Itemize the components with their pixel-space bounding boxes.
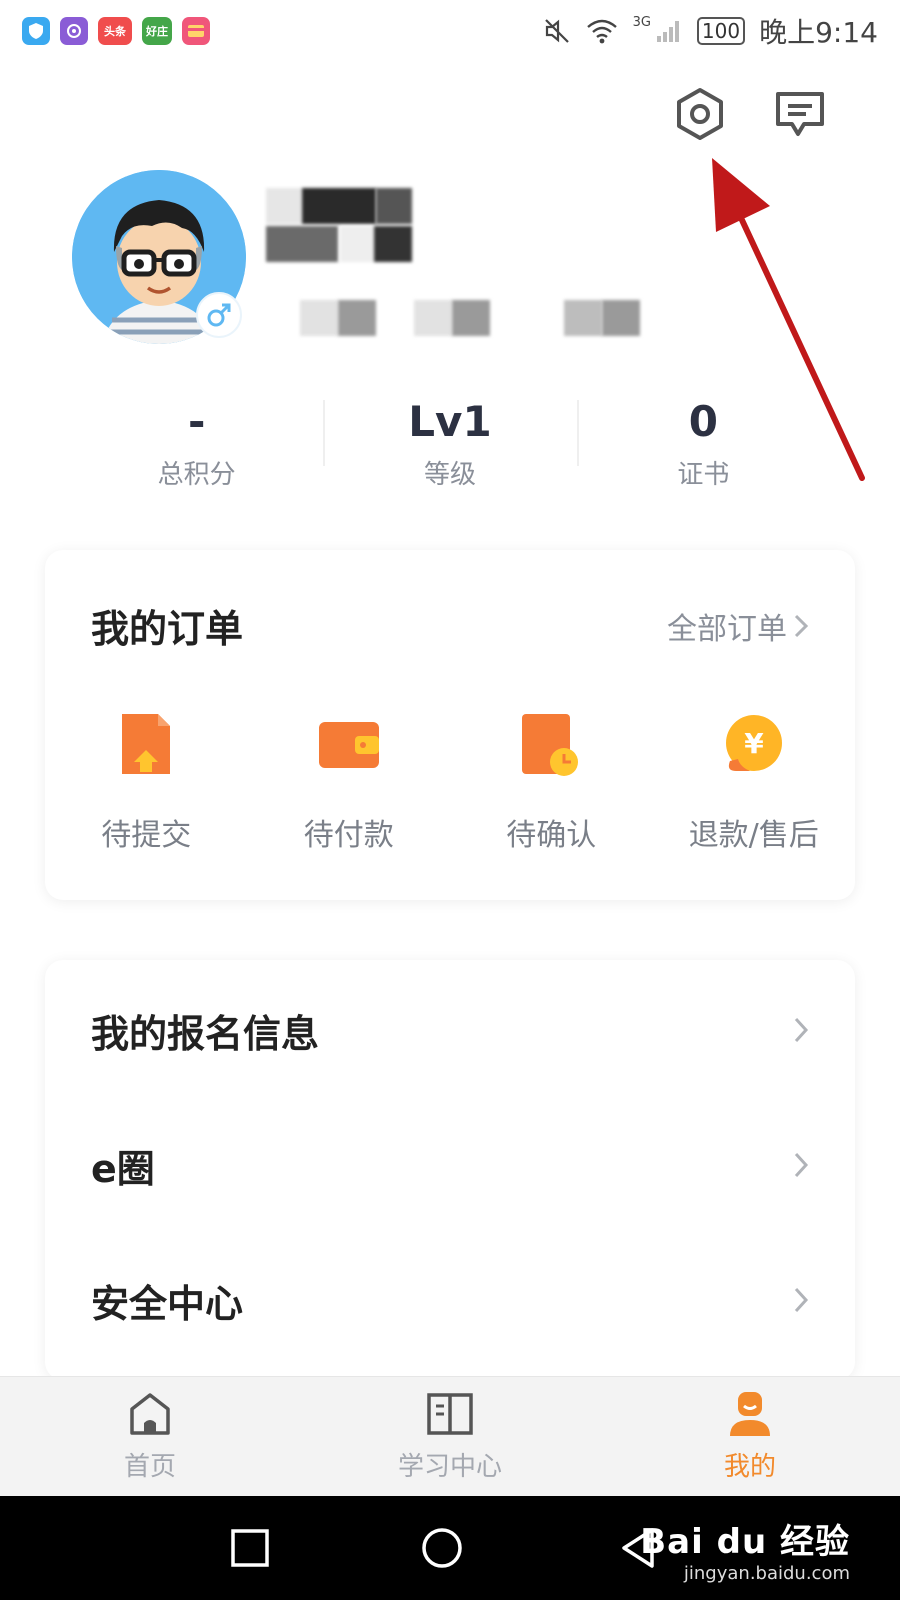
stat-value: Lv1: [408, 396, 492, 446]
haozhuang-app-icon: 好庄: [142, 17, 172, 45]
chevron-right-icon: [794, 1287, 809, 1313]
stat-level[interactable]: Lv1 等级: [323, 388, 576, 498]
stat-certificates[interactable]: 0 证书: [576, 388, 830, 498]
stat-label: 等级: [423, 459, 476, 490]
tab-label: 学习中心: [397, 1452, 502, 1482]
order-status-label: 退款/售后: [688, 818, 819, 853]
order-status-label: 待付款: [303, 818, 394, 853]
menu-item-registration-info[interactable]: 我的报名信息: [91, 990, 809, 1070]
message-icon: [776, 92, 824, 136]
planet-app-icon: [60, 17, 88, 45]
stat-value: -: [187, 396, 206, 446]
home-system-button[interactable]: [420, 1526, 464, 1570]
menu-item-e-circle[interactable]: e圈: [91, 1125, 809, 1205]
square-icon: [231, 1529, 269, 1567]
menu-item-label: e圈: [91, 1146, 155, 1191]
svg-text:¥: ¥: [744, 727, 764, 760]
status-time: 晚上9:14: [759, 16, 878, 49]
network-type-label: 3G: [632, 14, 651, 30]
yuan-coin-icon: ¥: [719, 710, 789, 780]
haozhuang-app-label: 好庄: [146, 25, 168, 38]
all-orders-link[interactable]: 全部订单: [667, 604, 809, 648]
order-pending-confirm[interactable]: 待确认: [450, 710, 653, 854]
toutiao-app-label: 头条: [104, 25, 126, 38]
system-navigation-bar: Bai du 经验 jingyan.baidu.com: [0, 1496, 900, 1600]
tab-study-center[interactable]: 学习中心: [300, 1377, 600, 1496]
order-pending-submit[interactable]: 待提交: [45, 710, 248, 854]
menu-item-label: 我的报名信息: [91, 1011, 320, 1056]
stat-label: 证书: [677, 459, 730, 490]
watermark-main-text: Bai du 经验: [640, 1522, 850, 1562]
order-refund-aftersale[interactable]: ¥ 退款/售后: [653, 710, 856, 854]
shield-app-icon: [22, 17, 50, 45]
stats-row: - 总积分 Lv1 等级 0 证书: [70, 388, 830, 498]
person-icon: [726, 1390, 774, 1438]
bottom-tab-bar: 首页 学习中心 我的: [0, 1376, 900, 1496]
chevron-right-icon: [794, 1152, 809, 1178]
battery-indicator: 100: [696, 17, 746, 45]
circle-icon: [422, 1528, 462, 1568]
notification-app-icons: 头条 好庄: [22, 17, 210, 45]
settings-button[interactable]: [670, 84, 730, 144]
home-icon: [126, 1390, 174, 1438]
toutiao-app-icon: 头条: [98, 17, 132, 45]
menu-item-label: 安全中心: [91, 1281, 244, 1326]
gender-badge: [196, 292, 242, 338]
order-status-label: 待提交: [101, 818, 192, 853]
wifi-icon: [586, 19, 617, 44]
watermark-url-text: jingyan.baidu.com: [683, 1563, 850, 1584]
mute-icon: [544, 19, 569, 43]
stat-total-points[interactable]: - 总积分: [70, 388, 323, 498]
status-bar: 头条 好庄 3G 100 晚上9:14: [0, 0, 900, 62]
order-pending-payment[interactable]: 待付款: [248, 710, 451, 854]
orders-card: 我的订单 全部订单 待提交 待付款 待确认 ¥ 退款/售后: [45, 550, 855, 900]
orders-title: 我的订单: [91, 607, 244, 651]
baidu-jingyan-watermark: Bai du 经验 jingyan.baidu.com: [640, 1514, 850, 1584]
tab-label: 我的: [723, 1452, 776, 1482]
recent-apps-button[interactable]: [228, 1526, 272, 1570]
message-button[interactable]: [770, 84, 830, 144]
submit-document-icon: [111, 710, 181, 780]
signal-icon: [656, 21, 679, 42]
wallet-icon: [314, 710, 384, 780]
tab-label: 首页: [123, 1452, 176, 1482]
order-status-label: 待确认: [506, 818, 597, 853]
all-orders-label: 全部订单: [667, 612, 787, 647]
stat-value: 0: [688, 396, 718, 446]
orders-status-row: 待提交 待付款 待确认 ¥ 退款/售后: [45, 710, 855, 854]
menu-item-security-center[interactable]: 安全中心: [91, 1260, 809, 1340]
chevron-right-icon: [794, 614, 809, 638]
stat-label: 总积分: [157, 459, 236, 490]
hexagon-settings-icon: [677, 88, 723, 140]
tab-home[interactable]: 首页: [0, 1377, 300, 1496]
tab-mine[interactable]: 我的: [600, 1377, 900, 1496]
chevron-right-icon: [794, 1017, 809, 1043]
card-app-icon: [182, 17, 210, 45]
status-right: 3G 100 晚上9:14: [543, 11, 878, 51]
book-icon: [426, 1390, 474, 1438]
menu-card: 我的报名信息 e圈 安全中心: [45, 960, 855, 1380]
male-symbol-icon: [207, 303, 231, 327]
clock-document-icon: [516, 710, 586, 780]
